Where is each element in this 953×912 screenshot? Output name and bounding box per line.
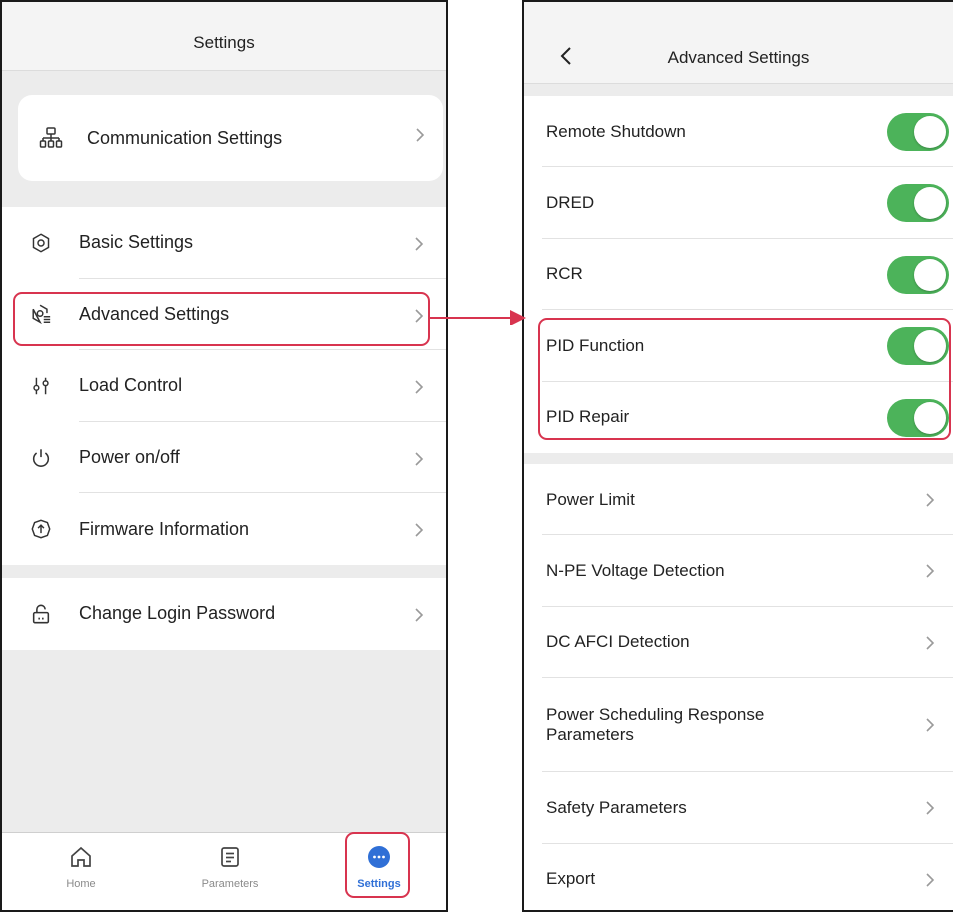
pid-repair-toggle[interactable] — [887, 398, 949, 437]
remote-shutdown-toggle[interactable] — [887, 113, 949, 151]
load-control-label: Load Control — [79, 375, 183, 396]
tab-parameters[interactable]: Parameters — [175, 833, 285, 910]
chevron-right-icon — [415, 127, 425, 143]
tab-home-label: Home — [66, 878, 96, 890]
basic-settings-item[interactable]: Basic Settings — [2, 207, 446, 279]
chevron-right-icon — [414, 522, 424, 538]
rcr-row: RCR — [524, 239, 953, 311]
tab-home[interactable]: Home — [26, 833, 136, 910]
safety-parameters-item[interactable]: Safety Parameters — [524, 772, 953, 844]
chevron-right-icon — [414, 236, 424, 252]
pointer-arrow — [430, 310, 526, 325]
advanced-settings-header: Advanced Settings — [524, 2, 953, 84]
firmware-information-label: Firmware Information — [79, 518, 250, 539]
communication-settings-label: Communication Settings — [87, 127, 283, 148]
chevron-right-icon — [925, 800, 935, 816]
firmware-information-item[interactable]: Firmware Information — [2, 493, 446, 565]
pid-function-label: PID Function — [546, 335, 645, 355]
pid-repair-row: PID Repair — [524, 382, 953, 453]
gear-icon — [30, 232, 52, 254]
tab-settings[interactable]: Settings — [324, 833, 434, 910]
chevron-right-icon — [925, 635, 935, 651]
power-scheduling-response-parameters-label: Power Scheduling Response Parameters — [546, 705, 765, 745]
dc-afci-detection-label: DC AFCI Detection — [546, 632, 690, 652]
safety-parameters-label: Safety Parameters — [546, 797, 687, 817]
power-scheduling-response-parameters-item[interactable]: Power Scheduling Response Parameters — [524, 678, 953, 773]
change-login-password-label: Change Login Password — [79, 603, 276, 624]
export-item[interactable]: Export — [524, 844, 953, 910]
power-on-off-item[interactable]: Power on/off — [2, 422, 446, 494]
chevron-right-icon — [414, 607, 424, 623]
remote-shutdown-label: Remote Shutdown — [546, 121, 686, 141]
communication-settings-item[interactable]: Communication Settings — [18, 95, 443, 181]
npe-voltage-detection-item[interactable]: N-PE Voltage Detection — [524, 535, 953, 607]
change-login-password-item[interactable]: Change Login Password — [2, 578, 446, 650]
dred-label: DRED — [546, 193, 595, 213]
rcr-toggle[interactable] — [887, 255, 949, 294]
rcr-label: RCR — [546, 264, 583, 284]
page-title: Advanced Settings — [667, 48, 810, 67]
npe-voltage-detection-label: N-PE Voltage Detection — [546, 561, 725, 581]
more-icon — [367, 845, 391, 869]
tab-parameters-label: Parameters — [201, 878, 259, 890]
power-icon — [30, 447, 52, 469]
toggle-list: Remote Shutdown DRED RCR PID Function PI… — [524, 96, 953, 453]
load-control-item[interactable]: Load Control — [2, 350, 446, 422]
chevron-right-icon — [925, 872, 935, 888]
sliders-icon — [30, 375, 52, 397]
password-list: Change Login Password — [2, 578, 446, 650]
power-limit-item[interactable]: Power Limit — [524, 464, 953, 536]
home-icon — [69, 845, 93, 869]
toggle-knob — [914, 116, 946, 148]
advanced-settings-label: Advanced Settings — [79, 303, 230, 324]
toggle-knob — [914, 258, 946, 291]
chevron-right-icon — [925, 717, 935, 733]
pid-function-row: PID Function — [524, 310, 953, 382]
network-icon — [38, 125, 64, 151]
settings-screen: Settings Communication Settings Basic Se… — [0, 0, 448, 912]
document-icon — [218, 845, 242, 869]
dred-toggle[interactable] — [887, 184, 949, 223]
remote-shutdown-row: Remote Shutdown — [524, 96, 953, 168]
chevron-right-icon — [925, 563, 935, 579]
pid-function-toggle[interactable] — [887, 327, 949, 366]
page-title: Settings — [193, 33, 255, 52]
tab-bar: Home Parameters Settings — [2, 832, 446, 910]
export-label: Export — [546, 869, 596, 889]
tab-settings-label: Settings — [357, 878, 401, 890]
settings-list: Basic Settings Advanced Settings Load Co… — [2, 207, 446, 565]
toggle-knob — [914, 401, 946, 434]
dc-afci-detection-item[interactable]: DC AFCI Detection — [524, 607, 953, 679]
power-on-off-label: Power on/off — [79, 447, 180, 468]
power-limit-label: Power Limit — [546, 489, 635, 509]
toggle-knob — [914, 187, 946, 220]
advanced-settings-item[interactable]: Advanced Settings — [2, 279, 446, 351]
firmware-icon — [30, 518, 52, 540]
dred-row: DRED — [524, 167, 953, 239]
settings-header: Settings — [2, 2, 446, 71]
chevron-right-icon — [414, 379, 424, 395]
chevron-right-icon — [414, 308, 424, 324]
toggle-knob — [914, 330, 946, 363]
pid-repair-label: PID Repair — [546, 407, 630, 427]
basic-settings-label: Basic Settings — [79, 232, 194, 253]
chevron-right-icon — [925, 492, 935, 508]
link-list: Power Limit N-PE Voltage Detection DC AF… — [524, 464, 953, 910]
chevron-right-icon — [414, 451, 424, 467]
advanced-settings-screen: Advanced Settings Remote Shutdown DRED R… — [522, 0, 953, 912]
lock-icon — [30, 603, 52, 625]
gear-list-icon — [30, 303, 52, 325]
